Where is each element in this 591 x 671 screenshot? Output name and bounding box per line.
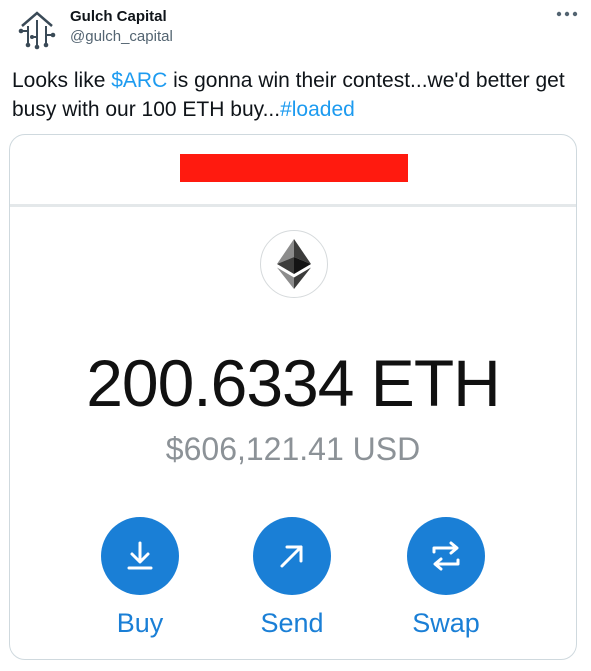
avatar[interactable] <box>12 4 62 54</box>
hashtag-link[interactable]: #loaded <box>280 98 355 121</box>
send-button-circle[interactable] <box>253 517 331 595</box>
send-button[interactable]: Send <box>232 517 352 639</box>
buy-button-circle[interactable] <box>101 517 179 595</box>
swap-button[interactable]: Swap <box>386 517 506 639</box>
display-name[interactable]: Gulch Capital <box>70 8 167 25</box>
buy-button[interactable]: Buy <box>80 517 200 639</box>
token-badge <box>260 230 328 298</box>
gulch-capital-logo-icon <box>12 4 62 54</box>
redaction-bar <box>180 154 408 182</box>
arrow-up-right-icon <box>280 545 303 568</box>
usd-value: $606,121.41 USD <box>165 431 421 467</box>
tweet-text-part: Looks like <box>12 69 112 92</box>
divider <box>10 204 576 207</box>
cashtag-link[interactable]: $ARC <box>111 69 167 92</box>
swap-label[interactable]: Swap <box>386 607 506 639</box>
attached-image-card[interactable]: 200.6334 ETH $606,121.41 USD Buy Send Sw… <box>9 134 577 660</box>
send-label[interactable]: Send <box>232 607 352 639</box>
more-options-icon[interactable] <box>552 4 582 24</box>
download-icon <box>127 541 153 570</box>
swap-button-circle[interactable] <box>407 517 485 595</box>
more-horizontal-icon <box>556 11 578 17</box>
swap-arrows-icon <box>432 541 460 571</box>
balance-amount: 200.6334 ETH <box>86 346 501 420</box>
ethereum-icon <box>277 239 311 289</box>
tweet-text: Looks like $ARC is gonna win their conte… <box>12 66 577 124</box>
user-handle[interactable]: @gulch_capital <box>70 28 173 45</box>
buy-label[interactable]: Buy <box>80 607 200 639</box>
